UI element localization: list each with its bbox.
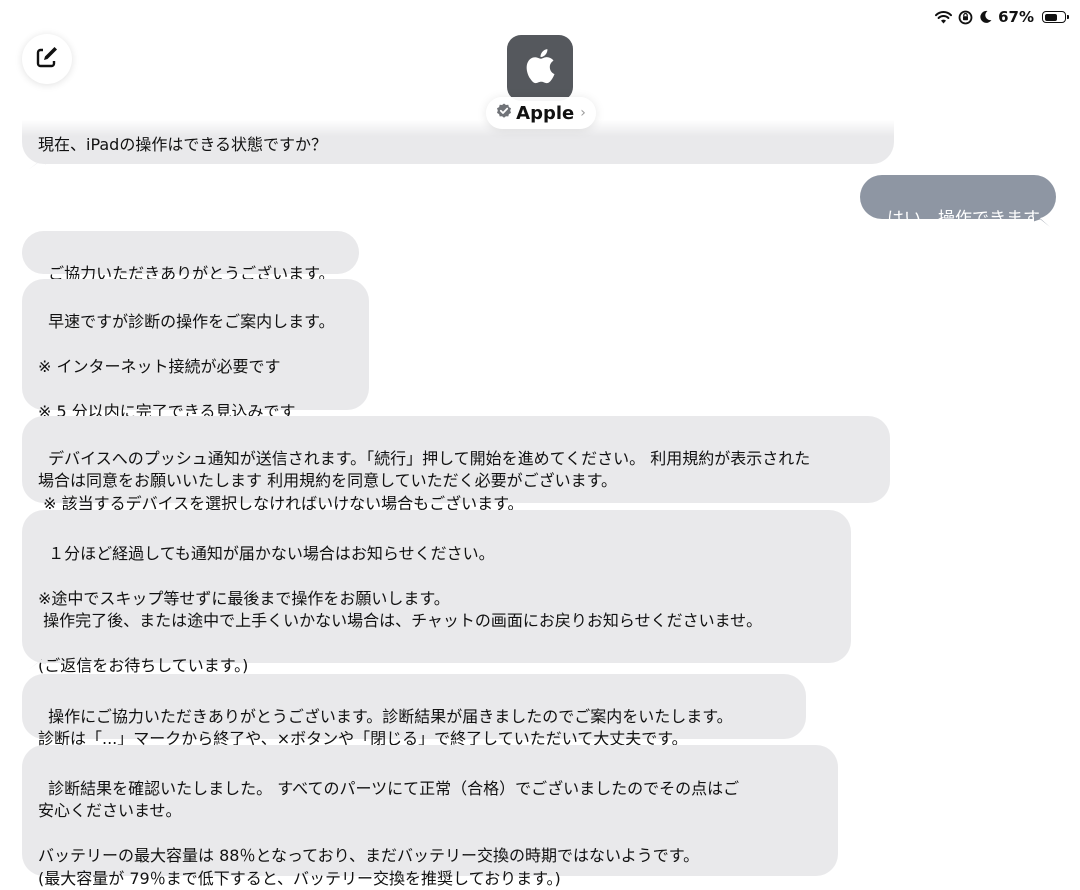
message-text: 診断結果を確認いたしました。 すべてのパーツにて正常（合格）でございましたのでそ… xyxy=(38,778,740,888)
verified-badge-icon xyxy=(496,103,512,123)
message-bubble-incoming[interactable]: 操作にご協力いただきありがとうございます。診断結果が届きましたのでご案内をいたし… xyxy=(22,674,806,748)
message-text: はい、操作できます xyxy=(887,208,1040,229)
contact-name-button[interactable]: Apple › xyxy=(486,97,596,129)
compose-icon xyxy=(35,45,59,73)
chevron-right-icon: › xyxy=(580,105,586,121)
message-bubble-incoming[interactable]: デバイスへのプッシュ通知が送信されます。「続行」押して開始を進めてください。 利… xyxy=(22,416,890,513)
compose-button[interactable] xyxy=(22,34,72,84)
message-bubble-incoming[interactable]: 診断結果を確認いたしました。 すべてのパーツにて正常（合格）でございましたのでそ… xyxy=(22,745,838,888)
battery-percent: 67% xyxy=(998,8,1034,26)
apple-logo-icon xyxy=(525,48,555,88)
message-bubble-outgoing[interactable]: はい、操作できます xyxy=(860,175,1056,229)
message-bubble-incoming[interactable]: ご協力いただきありがとうございます。 xyxy=(22,231,359,283)
status-bar: 67% xyxy=(935,6,1069,28)
moon-icon xyxy=(979,10,992,24)
message-text: デバイスへのプッシュ通知が送信されます。「続行」押して開始を進めてください。 利… xyxy=(38,448,811,513)
rotation-lock-icon xyxy=(958,10,973,25)
message-text: １分ほど経過しても通知が届かない場合はお知らせください。 ※途中でスキップ等せず… xyxy=(38,543,763,676)
message-text: 操作にご協力いただきありがとうございます。診断結果が届きましたのでご案内をいたし… xyxy=(38,706,733,749)
battery-icon xyxy=(1042,11,1069,23)
contact-avatar[interactable] xyxy=(507,35,573,101)
message-bubble-incoming[interactable]: 早速ですが診断の操作をご案内します。 ※ インターネット接続が必要です ※ 5 … xyxy=(22,279,369,421)
battery-level xyxy=(1044,13,1057,21)
contact-name: Apple xyxy=(516,102,575,124)
wifi-icon xyxy=(935,10,953,24)
message-bubble-incoming[interactable]: １分ほど経過しても通知が届かない場合はお知らせください。 ※途中でスキップ等せず… xyxy=(22,510,851,675)
message-text: 早速ですが診断の操作をご案内します。 ※ インターネット接続が必要です ※ 5 … xyxy=(38,311,335,421)
